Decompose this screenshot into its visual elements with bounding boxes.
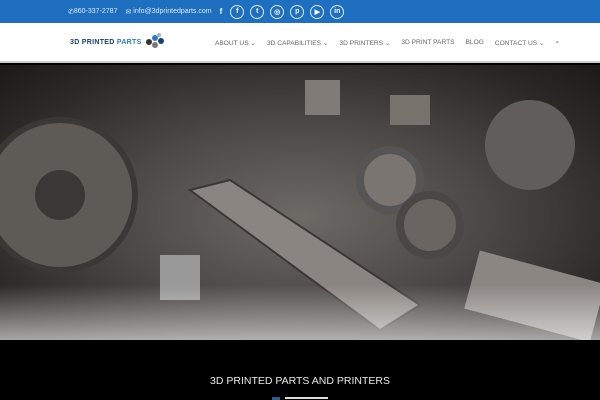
nav-3d-printers[interactable]: 3D PRINTERS ⌄ <box>339 39 390 47</box>
linkedin-icon[interactable]: in <box>330 4 345 19</box>
email-contact[interactable]: ✉ info@3dprintedparts.com <box>125 8 211 16</box>
search-icon[interactable]: ⌕ <box>555 39 559 47</box>
nav-about-us[interactable]: ABOUT US ⌄ <box>215 39 256 47</box>
nav-3d-print-parts[interactable]: 3D PRINT PARTS <box>401 39 454 47</box>
main-nav: ABOUT US ⌄ 3D CAPABILITIES ⌄ 3D PRINTERS… <box>215 39 570 47</box>
instagram-icon[interactable]: ◎ <box>270 4 285 19</box>
printed-parts-photo <box>0 80 600 340</box>
phone-number: 860-337-2787 <box>73 8 118 15</box>
pinterest-icon[interactable]: p <box>290 4 305 19</box>
logo-hexagons-icon <box>145 33 164 48</box>
section-title: 3D PRINTED PARTS AND PRINTERS <box>210 375 390 387</box>
hero-image <box>0 65 600 340</box>
youtube-icon[interactable]: ▶ <box>310 4 325 19</box>
nav-contact-us[interactable]: CONTACT US ⌄ <box>495 39 545 47</box>
divider-line <box>285 397 328 399</box>
email-icon: ✉ <box>125 8 134 16</box>
facebook-icon[interactable]: f <box>230 4 245 19</box>
phone-contact[interactable]: ✆ 860-337-2787 <box>68 8 117 16</box>
site-header: 3D PRINTED PARTS ABOUT US ⌄ 3D CAPABILIT… <box>0 23 600 63</box>
twitter-icon[interactable]: t <box>250 4 265 19</box>
nav-blog[interactable]: BLOG <box>466 39 484 47</box>
section-footer <box>0 340 600 400</box>
facebook-icon[interactable]: f <box>220 7 223 16</box>
site-logo[interactable]: 3D PRINTED PARTS <box>70 33 164 51</box>
top-bar: ✆ 860-337-2787 ✉ info@3dprintedparts.com … <box>0 0 600 23</box>
email-address: info@3dprintedparts.com <box>133 8 212 15</box>
nav-3d-capabilities[interactable]: 3D CAPABILITIES ⌄ <box>267 39 328 47</box>
logo-text: 3D PRINTED PARTS <box>70 38 142 46</box>
